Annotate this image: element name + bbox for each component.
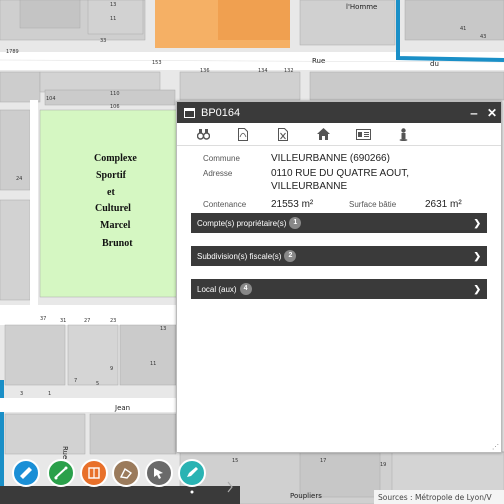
measure-tool-button[interactable] (47, 459, 75, 487)
adresse-line1: 0110 RUE DU QUATRE AOUT, (271, 168, 409, 179)
svg-text:9: 9 (110, 366, 113, 372)
svg-text:23: 23 (110, 318, 116, 324)
svg-text:134: 134 (258, 68, 268, 74)
panel-header: BP0164 ‒ ✕ (177, 102, 501, 123)
section-label: Subdivision(s) fiscale(s) (197, 251, 282, 261)
place-label: Marcel (100, 220, 131, 231)
id-card-icon[interactable] (343, 128, 383, 140)
minimize-button[interactable]: ‒ (465, 106, 483, 120)
svg-text:5: 5 (96, 381, 99, 387)
svg-text:37: 37 (40, 316, 46, 322)
print-icon (88, 467, 100, 479)
street-label: Jean (114, 404, 130, 412)
resize-handle-icon[interactable]: ⋰ (492, 443, 499, 451)
adresse-label: Adresse (203, 169, 233, 178)
calendar-icon (184, 107, 195, 118)
adresse-value: 0110 RUE DU QUATRE AOUT, VILLEURBANNE (271, 167, 409, 193)
svg-text:104: 104 (46, 96, 56, 102)
svg-text:110: 110 (110, 91, 120, 97)
chevron-down-icon: ❯ (473, 250, 481, 261)
contenance-label: Contenance (203, 200, 247, 209)
street-label: Poupliers (290, 492, 322, 500)
panel-title: BP0164 (201, 106, 241, 119)
count-badge: 4 (239, 283, 252, 295)
person-icon[interactable] (383, 127, 423, 141)
select-tool-button[interactable] (145, 459, 173, 487)
pdf-icon[interactable] (223, 127, 263, 141)
svg-text:136: 136 (200, 68, 210, 74)
section-label: Compte(s) propriétaire(s) (197, 218, 287, 228)
close-button[interactable]: ✕ (483, 106, 501, 120)
svg-text:1789: 1789 (6, 49, 19, 55)
attribution: Sources : Métropole de Lyon/V (378, 493, 492, 502)
measure-icon (54, 466, 68, 480)
svg-text:41: 41 (460, 26, 466, 32)
svg-text:11: 11 (110, 16, 116, 22)
svg-text:24: 24 (16, 176, 22, 182)
ruler-tool-button[interactable] (12, 459, 40, 487)
ruler-icon (20, 467, 32, 479)
chevron-down-icon: ❯ (473, 217, 481, 228)
parcel-details: Commune VILLEURBANNE (690266) Adresse 01… (177, 146, 501, 211)
edit-icon (187, 467, 198, 477)
place-label: Brunot (102, 238, 133, 249)
surface-label: Surface bâtie (349, 200, 397, 209)
contenance-value: 21553 m² (271, 199, 314, 210)
svg-text:33: 33 (100, 38, 106, 44)
svg-text:132: 132 (284, 68, 294, 74)
count-badge: 2 (284, 250, 297, 262)
section-label: Local (aux) (197, 284, 237, 294)
binoculars-icon[interactable] (183, 128, 223, 140)
adresse-line2: VILLEURBANNE (271, 181, 348, 192)
section-proprietaires[interactable]: Compte(s) propriétaire(s) 1 ❯ (191, 213, 487, 233)
print-tool-button[interactable] (80, 459, 108, 487)
place-label: Complexe (94, 153, 137, 164)
svg-text:43: 43 (480, 34, 486, 40)
street-label: Rue (312, 57, 325, 65)
section-subdivisions[interactable]: Subdivision(s) fiscale(s) 2 ❯ (191, 246, 487, 266)
svg-text:31: 31 (60, 318, 66, 324)
count-badge: 1 (289, 217, 302, 229)
commune-value: VILLEURBANNE (690266) (271, 153, 390, 164)
draw-tool-button[interactable] (112, 459, 140, 487)
svg-text:19: 19 (380, 462, 386, 468)
place-label: Sportif (96, 170, 127, 181)
place-label: Culturel (95, 203, 131, 214)
svg-text:13: 13 (160, 326, 166, 332)
svg-text:11: 11 (150, 361, 156, 367)
svg-text:13: 13 (110, 2, 116, 8)
place-label: et (107, 187, 115, 198)
street-label: du (430, 60, 439, 68)
svg-text:7: 7 (74, 378, 77, 384)
svg-text:153: 153 (152, 60, 162, 66)
panel-toolbar (177, 123, 501, 146)
home-icon[interactable] (303, 128, 343, 140)
draw-icon (119, 467, 133, 479)
svg-text:3: 3 (20, 391, 23, 397)
excel-icon[interactable] (263, 127, 303, 141)
street-label: l'Homme (346, 3, 377, 11)
commune-label: Commune (203, 154, 240, 163)
parcel-info-panel: BP0164 ‒ ✕ Commune VILLEURBANNE (690266)… (176, 101, 502, 453)
section-locaux[interactable]: Local (aux) 4 ❯ (191, 279, 487, 299)
svg-text:17: 17 (320, 458, 326, 464)
select-icon (154, 468, 163, 479)
svg-text:1: 1 (48, 391, 51, 397)
svg-text:106: 106 (110, 104, 120, 110)
svg-text:27: 27 (84, 318, 90, 324)
chevron-down-icon: ❯ (473, 283, 481, 294)
edit-tool-button[interactable] (178, 459, 206, 487)
surface-value: 2631 m² (425, 199, 462, 210)
